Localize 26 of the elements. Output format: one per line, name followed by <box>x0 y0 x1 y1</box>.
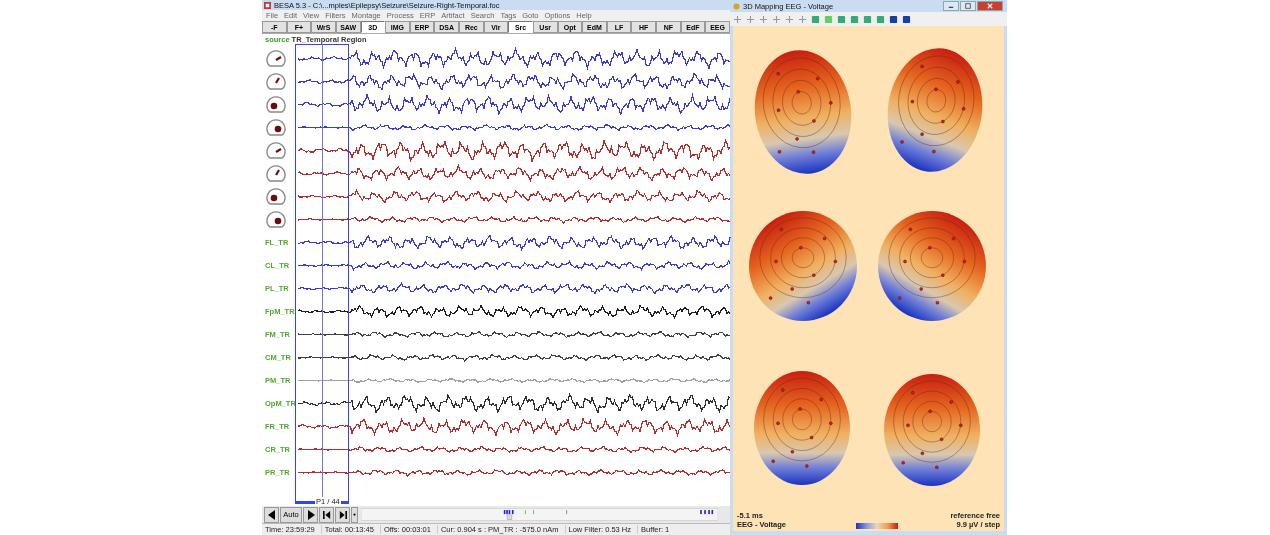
close-button[interactable] <box>977 1 1003 11</box>
dot-icon <box>353 513 356 516</box>
options-button[interactable] <box>351 506 358 523</box>
step-back-icon <box>322 509 331 520</box>
close-icon <box>987 3 993 9</box>
source-head-icon <box>265 140 287 161</box>
step-forward-button[interactable] <box>335 506 350 523</box>
left-triangle-icon <box>267 509 276 520</box>
maximize-button[interactable] <box>960 1 976 11</box>
app-icon <box>733 2 740 10</box>
source-head-icon <box>265 163 287 184</box>
right-triangle-icon <box>306 509 315 520</box>
minimize-button[interactable] <box>943 1 959 11</box>
step-back-button[interactable] <box>319 506 334 523</box>
previous-button[interactable] <box>264 506 279 523</box>
source-head-icon <box>265 94 287 115</box>
source-head-icon <box>265 117 287 138</box>
maximize-icon <box>965 3 971 9</box>
next-button[interactable] <box>303 506 318 523</box>
source-head-icon <box>265 48 287 69</box>
source-head-icon <box>265 209 287 230</box>
source-head-icon <box>265 186 287 207</box>
source-head-icon <box>265 71 287 92</box>
step-forward-icon <box>338 509 347 520</box>
app-icon <box>264 1 271 9</box>
color-scale-bar <box>856 523 899 529</box>
